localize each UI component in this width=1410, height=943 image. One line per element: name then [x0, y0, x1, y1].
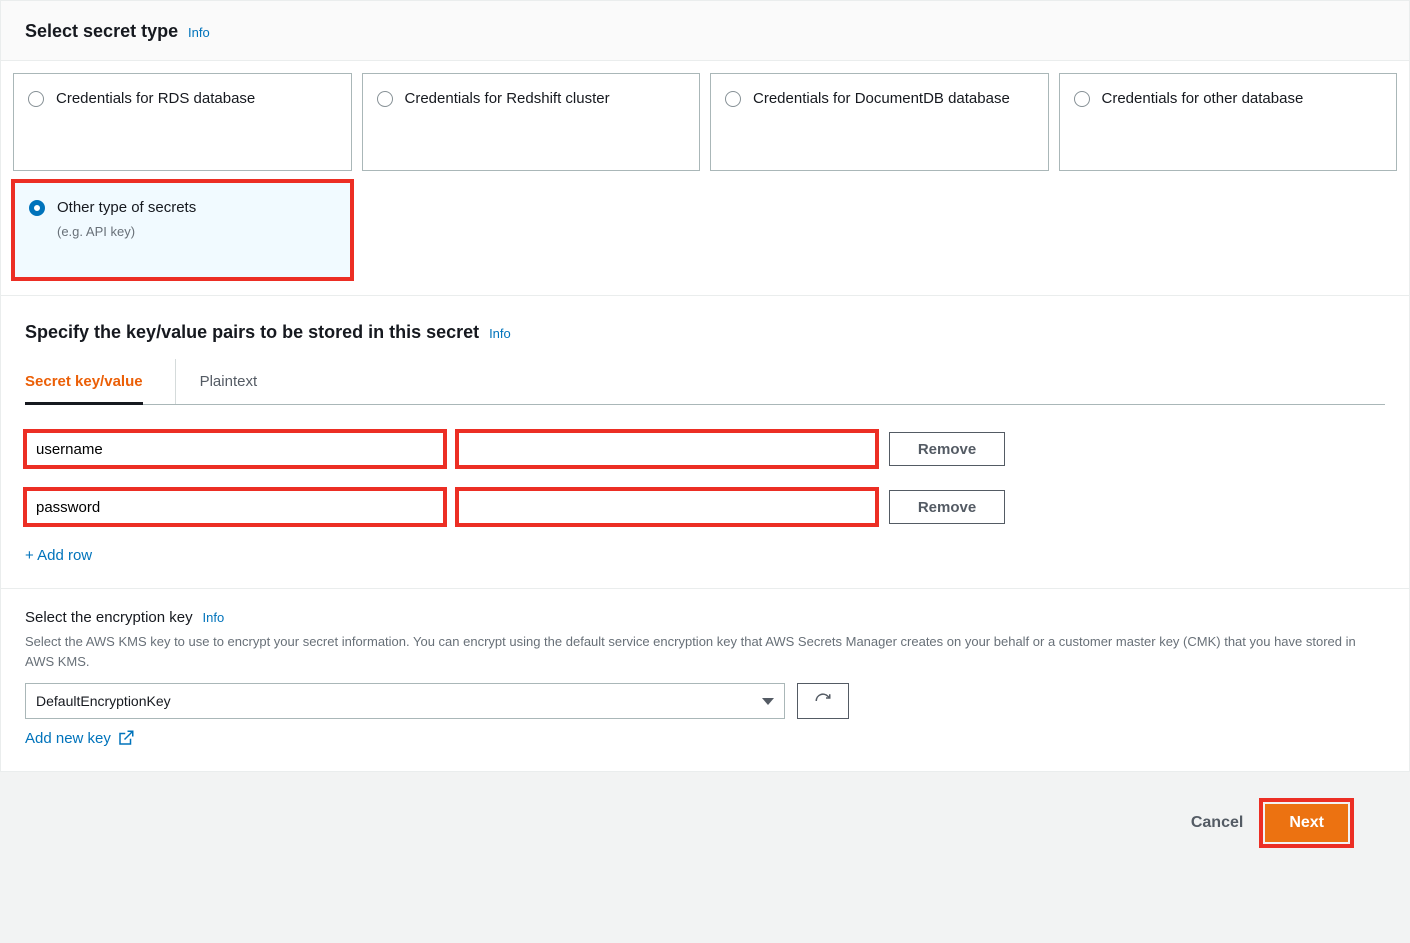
tab-secret-key-value[interactable]: Secret key/value — [25, 359, 143, 404]
section-header-kv: Specify the key/value pairs to be stored… — [1, 295, 1409, 359]
wizard-footer: Cancel Next — [0, 772, 1410, 844]
kv-row: Remove — [25, 431, 1385, 467]
option-label: Credentials for RDS database — [56, 88, 255, 111]
option-label: Credentials for other database — [1102, 88, 1304, 111]
encryption-key-value: DefaultEncryptionKey — [36, 693, 171, 709]
value-input[interactable] — [457, 431, 877, 467]
remove-button[interactable]: Remove — [889, 490, 1005, 524]
encryption-key-select[interactable]: DefaultEncryptionKey — [25, 683, 785, 719]
kv-row: Remove — [25, 489, 1385, 525]
radio-icon — [725, 91, 741, 107]
radio-icon — [377, 91, 393, 107]
option-label: Credentials for Redshift cluster — [405, 88, 610, 111]
add-row-link[interactable]: + Add row — [25, 547, 92, 564]
encryption-title: Select the encryption key — [25, 609, 193, 626]
value-input[interactable] — [457, 489, 877, 525]
refresh-button[interactable] — [797, 683, 849, 719]
kv-tabs: Secret key/value Plaintext — [25, 359, 1385, 405]
key-input[interactable] — [25, 431, 445, 467]
radio-icon — [28, 91, 44, 107]
next-button-highlight: Next — [1263, 802, 1350, 844]
option-rds[interactable]: Credentials for RDS database — [13, 73, 352, 171]
secret-type-options-row2: Other type of secrets (e.g. API key) — [1, 181, 1409, 295]
next-button[interactable]: Next — [1265, 804, 1348, 842]
key-input[interactable] — [25, 489, 445, 525]
cancel-button[interactable]: Cancel — [1191, 814, 1243, 832]
info-link-encryption[interactable]: Info — [202, 610, 224, 625]
info-link-kv[interactable]: Info — [489, 326, 511, 341]
option-label: Other type of secrets — [57, 197, 196, 220]
secret-type-options: Credentials for RDS database Credentials… — [1, 61, 1409, 171]
tab-plaintext[interactable]: Plaintext — [175, 359, 258, 404]
section-header-select-type: Select secret type Info — [1, 1, 1409, 61]
radio-icon-checked — [29, 200, 45, 216]
option-other-secrets[interactable]: Other type of secrets (e.g. API key) — [13, 181, 352, 279]
encryption-description: Select the AWS KMS key to use to encrypt… — [25, 632, 1385, 671]
kv-area: Remove Remove + Add row — [1, 405, 1409, 572]
option-redshift[interactable]: Credentials for Redshift cluster — [362, 73, 701, 171]
add-new-key-link[interactable]: Add new key — [25, 729, 135, 747]
refresh-icon — [814, 692, 832, 710]
option-label: Credentials for DocumentDB database — [753, 88, 1010, 111]
encryption-section: Select the encryption key Info Select th… — [1, 588, 1409, 771]
external-link-icon — [117, 729, 135, 747]
option-documentdb[interactable]: Credentials for DocumentDB database — [710, 73, 1049, 171]
radio-icon — [1074, 91, 1090, 107]
kv-title: Specify the key/value pairs to be stored… — [25, 322, 479, 342]
info-link-select-type[interactable]: Info — [188, 25, 210, 40]
remove-button[interactable]: Remove — [889, 432, 1005, 466]
page-title: Select secret type — [25, 21, 178, 41]
chevron-down-icon — [762, 698, 774, 705]
option-other-db[interactable]: Credentials for other database — [1059, 73, 1398, 171]
add-new-key-text: Add new key — [25, 730, 111, 747]
option-sublabel: (e.g. API key) — [57, 224, 196, 239]
